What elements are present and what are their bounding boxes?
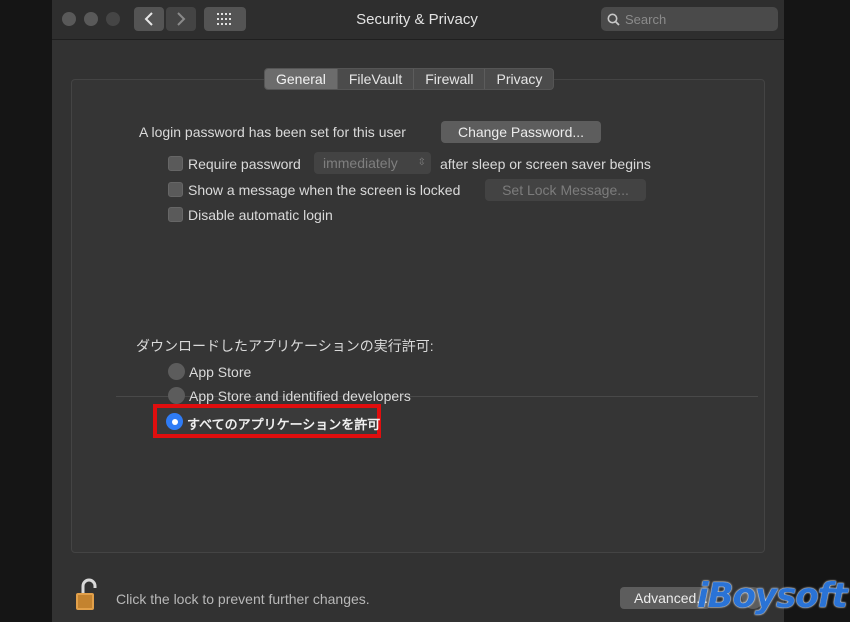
iboysoft-watermark: iBoysoft xyxy=(697,576,848,616)
right-margin xyxy=(784,0,850,622)
general-panel xyxy=(71,79,765,553)
set-lock-message-button[interactable]: Set Lock Message... xyxy=(485,179,646,201)
search-icon xyxy=(607,13,620,26)
downloads-heading: ダウンロードしたアプリケーションの実行許可: xyxy=(136,338,434,354)
back-button[interactable] xyxy=(134,7,164,31)
zoom-window-button[interactable] xyxy=(106,12,120,26)
search-field[interactable] xyxy=(601,7,778,31)
radio-app-store[interactable] xyxy=(168,363,185,380)
grid-icon xyxy=(217,13,231,25)
tab-general[interactable]: General xyxy=(265,69,338,89)
forward-chevron-icon xyxy=(177,12,186,26)
require-password-delay-value: immediately xyxy=(323,155,398,171)
select-arrows-icon: ⇳ xyxy=(417,157,426,168)
lock-icon[interactable] xyxy=(76,578,102,612)
require-password-label: Require password xyxy=(188,156,301,172)
titlebar: Security & Privacy xyxy=(52,0,784,40)
login-password-text: A login password has been set for this u… xyxy=(139,124,406,140)
require-password-suffix: after sleep or screen saver begins xyxy=(440,156,651,172)
left-margin xyxy=(0,0,52,622)
show-all-button[interactable] xyxy=(204,7,246,31)
radio-identified-developers[interactable] xyxy=(168,387,185,404)
disable-auto-login-label: Disable automatic login xyxy=(188,207,333,223)
show-message-checkbox[interactable] xyxy=(168,182,183,197)
minimize-window-button[interactable] xyxy=(84,12,98,26)
require-password-delay-select[interactable]: immediately ⇳ xyxy=(314,152,431,174)
tab-privacy[interactable]: Privacy xyxy=(485,69,553,89)
lock-instructions: Click the lock to prevent further change… xyxy=(116,591,370,607)
radio-app-store-label: App Store xyxy=(189,364,252,380)
require-password-checkbox[interactable] xyxy=(168,156,183,171)
tab-filevault[interactable]: FileVault xyxy=(338,69,415,89)
window-title: Security & Privacy xyxy=(356,11,478,28)
change-password-button[interactable]: Change Password... xyxy=(441,121,601,143)
radio-identified-developers-label: App Store and identified developers xyxy=(189,388,411,404)
forward-button[interactable] xyxy=(166,7,196,31)
back-chevron-icon xyxy=(144,12,153,26)
close-window-button[interactable] xyxy=(62,12,76,26)
radio-allow-all[interactable] xyxy=(166,413,183,430)
show-message-label: Show a message when the screen is locked xyxy=(188,182,461,198)
radio-allow-all-label: すべてのアプリケーションを許可 xyxy=(187,417,381,432)
search-input[interactable] xyxy=(625,11,765,27)
tab-firewall[interactable]: Firewall xyxy=(414,69,486,89)
security-privacy-window: Security & Privacy General FileVault Fir… xyxy=(52,0,784,622)
disable-auto-login-checkbox[interactable] xyxy=(168,207,183,222)
tab-bar: General FileVault Firewall Privacy xyxy=(264,68,555,90)
